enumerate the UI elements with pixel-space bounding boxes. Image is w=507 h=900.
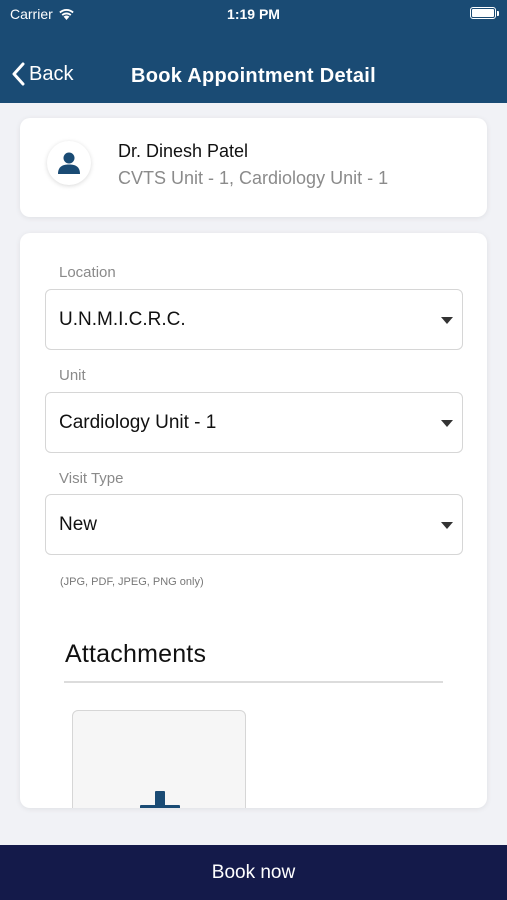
unit-label: Unit bbox=[59, 367, 86, 384]
plus-icon bbox=[140, 791, 180, 808]
attachments-title: Attachments bbox=[65, 640, 207, 668]
location-label: Location bbox=[59, 264, 116, 281]
doctor-units: CVTS Unit - 1, Cardiology Unit - 1 bbox=[118, 168, 389, 188]
caret-down-icon bbox=[441, 522, 453, 529]
caret-down-icon bbox=[441, 317, 453, 324]
user-icon bbox=[58, 152, 80, 174]
status-time: 1:19 PM bbox=[227, 6, 280, 22]
location-select[interactable]: U.N.M.I.C.R.C. bbox=[45, 289, 463, 350]
unit-select[interactable]: Cardiology Unit - 1 bbox=[45, 392, 463, 453]
doctor-name: Dr. Dinesh Patel bbox=[118, 141, 249, 161]
battery-icon bbox=[470, 7, 499, 19]
appointment-form: Location U.N.M.I.C.R.C. Unit Cardiology … bbox=[20, 233, 487, 808]
visit-type-label: Visit Type bbox=[59, 470, 124, 487]
app-header: Carrier 1:19 PM Back Book Appointment De… bbox=[0, 0, 507, 103]
book-now-button[interactable]: Book now bbox=[0, 845, 507, 900]
avatar bbox=[47, 141, 91, 185]
attachments-divider bbox=[64, 681, 443, 683]
doctor-card: Dr. Dinesh Patel CVTS Unit - 1, Cardiolo… bbox=[20, 118, 487, 217]
status-bar: Carrier 1:19 PM bbox=[0, 0, 507, 28]
caret-down-icon bbox=[441, 420, 453, 427]
location-value: U.N.M.I.C.R.C. bbox=[59, 309, 186, 330]
file-type-note: (JPG, PDF, JPEG, PNG only) bbox=[60, 576, 204, 588]
unit-value: Cardiology Unit - 1 bbox=[59, 412, 217, 433]
visit-type-select[interactable]: New bbox=[45, 494, 463, 555]
page-title: Book Appointment Detail bbox=[130, 65, 377, 87]
visit-type-value: New bbox=[59, 514, 98, 535]
add-attachment-button[interactable] bbox=[72, 710, 246, 808]
